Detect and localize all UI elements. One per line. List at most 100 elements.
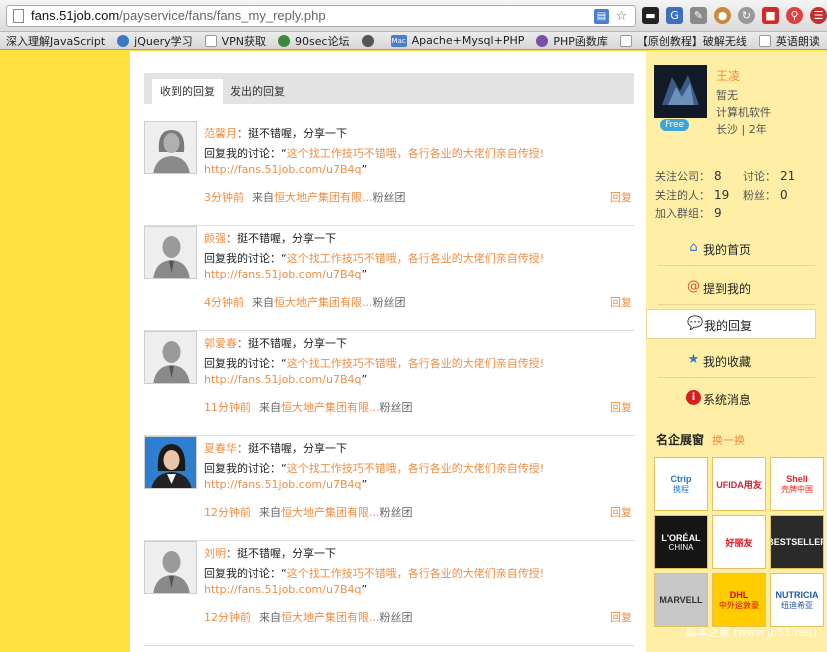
url-path: /payservice/fans/fans_my_reply.php bbox=[119, 8, 326, 23]
stat-following[interactable]: 关注的人： 19 bbox=[655, 187, 729, 203]
org-link[interactable]: 恒大地产集团有限... bbox=[281, 401, 380, 414]
tab-received[interactable]: 收到的回复 bbox=[152, 79, 223, 104]
reply-headline: 范馨月：挺不错喔，分享一下 bbox=[204, 125, 347, 141]
bookmark-item[interactable] bbox=[356, 34, 385, 47]
topic-link[interactable]: 这个找工作技巧不错哦，各行各业的大佬们亲自传授! bbox=[287, 567, 544, 580]
bookmark-item[interactable]: jQuery学习 bbox=[111, 33, 199, 49]
brand-logo[interactable]: Shell 壳牌中国 bbox=[770, 457, 824, 511]
author-link[interactable]: 刘明 bbox=[204, 547, 226, 560]
topic-url[interactable]: http://fans.51job.com/u7B4q bbox=[204, 373, 361, 386]
reply-button[interactable]: 回复 bbox=[610, 504, 632, 520]
org-link[interactable]: 恒大地产集团有限... bbox=[281, 506, 380, 519]
brand-name: Ctrip bbox=[670, 473, 692, 484]
address-bar[interactable]: fans.51job.com/payservice/fans/fans_my_r… bbox=[6, 5, 636, 27]
avatar[interactable] bbox=[144, 331, 197, 384]
avatar[interactable] bbox=[144, 226, 197, 279]
profile-name[interactable]: 王凌 bbox=[716, 67, 740, 84]
settings-icon[interactable]: ☰ bbox=[810, 7, 827, 24]
brand-logo[interactable]: MARVELL bbox=[654, 573, 708, 627]
translate-icon[interactable]: G bbox=[666, 7, 683, 24]
stat-companies[interactable]: 关注公司： 8 bbox=[655, 168, 722, 184]
nav-mentions[interactable]: @ 提到我的 bbox=[646, 270, 827, 305]
avatar[interactable] bbox=[144, 541, 197, 594]
bug-icon bbox=[278, 34, 291, 47]
avatar[interactable] bbox=[144, 436, 197, 489]
topic-link[interactable]: 这个找工作技巧不错哦，各行各业的大佬们亲自传授! bbox=[287, 462, 544, 475]
author-link[interactable]: 颜强 bbox=[204, 232, 226, 245]
brands-swap-link[interactable]: 换一换 bbox=[712, 432, 745, 448]
list-item: 刘明：挺不错喔，分享一下 回复我的讨论：“这个找工作技巧不错哦，各行各业的大佬们亲… bbox=[144, 541, 634, 646]
reply-button[interactable]: 回复 bbox=[610, 609, 632, 625]
bookmark-item[interactable]: 深入理解JavaScript bbox=[0, 33, 111, 49]
list-item: 夏春华：挺不错喔，分享一下 回复我的讨论：“这个找工作技巧不错哦，各行各业的大佬们… bbox=[144, 436, 634, 541]
spy-mask-icon[interactable]: ▬ bbox=[642, 7, 659, 24]
topic-url[interactable]: http://fans.51job.com/u7B4q bbox=[204, 163, 361, 176]
brand-logo[interactable]: L'ORÉAL CHINA bbox=[654, 515, 708, 569]
stop-icon[interactable]: ■ bbox=[762, 7, 779, 24]
brand-logo[interactable]: BESTSELLER bbox=[770, 515, 824, 569]
main-content: 收到的回复 发出的回复 范馨月：挺不错喔，分享一下回复我的讨论：“这个找工作技巧… bbox=[130, 51, 646, 652]
nav-home[interactable]: ⌂ 我的首页 bbox=[646, 231, 827, 266]
brand-logo[interactable]: DHL 中外运敦豪 bbox=[712, 573, 766, 627]
fan-group-label: 粉丝团 bbox=[379, 506, 413, 519]
stat-label: 关注的人： bbox=[655, 189, 710, 202]
stat-groups[interactable]: 加入群组： 9 bbox=[655, 205, 722, 221]
brand-logo[interactable]: NUTRICIA 纽迪希亚 bbox=[770, 573, 824, 627]
reply-context: 回复我的讨论：“这个找工作技巧不错哦，各行各业的大佬们亲自传授! bbox=[204, 565, 544, 581]
tab-sent[interactable]: 发出的回复 bbox=[222, 79, 293, 104]
brand-logo[interactable]: Ctrip 携程 bbox=[654, 457, 708, 511]
bookmark-item[interactable]: 【原创教程】破解无线 bbox=[614, 33, 753, 49]
search-icon[interactable]: ⚲ bbox=[786, 7, 803, 24]
bookmark-item[interactable]: VPN获取 bbox=[199, 33, 272, 49]
bookmark-item[interactable]: 英语朗读 bbox=[753, 33, 826, 49]
stat-fans[interactable]: 粉丝： 0 bbox=[743, 187, 788, 203]
nav-messages[interactable]: i 系统消息 bbox=[646, 381, 827, 416]
timestamp: 12分钟前 bbox=[204, 506, 251, 519]
page-action-icon[interactable]: ▤ bbox=[594, 9, 609, 24]
bookmark-item[interactable]: Mac Apache+Mysql+PHP bbox=[385, 34, 531, 47]
org-link[interactable]: 恒大地产集团有限... bbox=[274, 191, 373, 204]
topic-url[interactable]: http://fans.51job.com/u7B4q bbox=[204, 268, 361, 281]
brand-subtitle: 壳牌中国 bbox=[781, 484, 813, 494]
brand-name: 好丽友 bbox=[725, 537, 753, 548]
bookmark-label: VPN获取 bbox=[221, 34, 267, 48]
avatar[interactable] bbox=[144, 121, 197, 174]
author-link[interactable]: 范馨月 bbox=[204, 127, 237, 140]
bookmark-label: 【原创教程】破解无线 bbox=[636, 34, 747, 48]
reply-button[interactable]: 回复 bbox=[610, 189, 632, 205]
cookie-icon[interactable]: ● bbox=[714, 7, 731, 24]
topic-link[interactable]: 这个找工作技巧不错哦，各行各业的大佬们亲自传授! bbox=[287, 252, 544, 265]
stat-value: 21 bbox=[780, 169, 796, 183]
topic-link[interactable]: 这个找工作技巧不错哦，各行各业的大佬们亲自传授! bbox=[287, 357, 544, 370]
bookmark-item[interactable]: 90sec论坛 bbox=[272, 33, 356, 49]
author-link[interactable]: 郭爱春 bbox=[204, 337, 237, 350]
brand-name: UFIDA用友 bbox=[716, 479, 762, 490]
profile-location: 长沙 | 2年 bbox=[716, 123, 767, 136]
home-icon: ⌂ bbox=[689, 240, 698, 255]
reply-button[interactable]: 回复 bbox=[610, 294, 632, 310]
author-link[interactable]: 夏春华 bbox=[204, 442, 237, 455]
topic-url[interactable]: http://fans.51job.com/u7B4q bbox=[204, 583, 361, 596]
nav-replies[interactable]: 💬 我的回复 bbox=[646, 309, 816, 339]
brand-subtitle: 纽迪希亚 bbox=[781, 600, 813, 610]
bookmark-item[interactable]: PHP函数库 bbox=[530, 33, 614, 49]
avatar[interactable] bbox=[654, 65, 707, 118]
nav-favorites[interactable]: ★ 我的收藏 bbox=[646, 343, 827, 378]
org-link[interactable]: 恒大地产集团有限... bbox=[281, 611, 380, 624]
reply-headline: 颜强：挺不错喔，分享一下 bbox=[204, 230, 336, 246]
org-link[interactable]: 恒大地产集团有限... bbox=[274, 296, 373, 309]
topic-link[interactable]: 这个找工作技巧不错哦，各行各业的大佬们亲自传授! bbox=[287, 147, 544, 160]
star-icon[interactable]: ☆ bbox=[614, 9, 629, 24]
reply-prefix: 回复我的讨论： bbox=[204, 462, 281, 475]
topic-url[interactable]: http://fans.51job.com/u7B4q bbox=[204, 478, 361, 491]
url-text[interactable]: fans.51job.com/payservice/fans/fans_my_r… bbox=[31, 8, 326, 23]
reply-button[interactable]: 回复 bbox=[610, 399, 632, 415]
nav-label: 我的收藏 bbox=[703, 355, 752, 369]
brand-logo[interactable]: 好丽友 bbox=[712, 515, 766, 569]
brand-logo[interactable]: UFIDA用友 bbox=[712, 457, 766, 511]
stat-discussions[interactable]: 讨论： 21 bbox=[743, 168, 795, 184]
reply-prefix: 回复我的讨论： bbox=[204, 252, 281, 265]
brand-name: Shell bbox=[786, 473, 808, 484]
refresh-icon[interactable]: ↻ bbox=[738, 7, 755, 24]
edit-icon[interactable]: ✎ bbox=[690, 7, 707, 24]
